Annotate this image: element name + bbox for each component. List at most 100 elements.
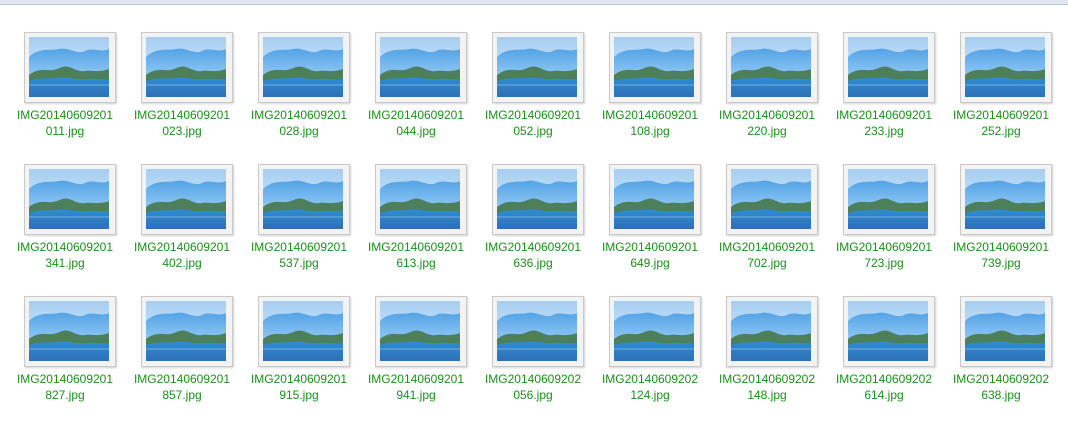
file-name-line-2: 638.jpg [981, 388, 1021, 402]
file-name-label: IMG20140609201 649.jpg [597, 239, 703, 271]
file-name-line-2: 148.jpg [747, 388, 787, 402]
file-name-line-2: 124.jpg [630, 388, 670, 402]
file-name-line-1: IMG20140609201 [952, 240, 1050, 254]
image-thumbnail-icon[interactable] [960, 32, 1052, 103]
file-item[interactable]: IMG20140609201 220.jpg [719, 32, 839, 152]
file-name-line-2: 614.jpg [864, 388, 904, 402]
file-item[interactable]: IMG20140609202 124.jpg [602, 296, 722, 416]
file-name-line-2: 915.jpg [279, 388, 319, 402]
file-name-label: IMG20140609201 108.jpg [597, 107, 703, 139]
image-thumbnail-icon[interactable] [843, 296, 935, 367]
file-item[interactable]: IMG20140609201 044.jpg [368, 32, 488, 152]
image-thumbnail-icon[interactable] [24, 296, 116, 367]
file-name-line-2: 941.jpg [396, 388, 436, 402]
image-thumbnail-icon[interactable] [24, 32, 116, 103]
file-name-line-2: 723.jpg [864, 256, 904, 270]
file-item[interactable]: IMG20140609201 011.jpg [17, 32, 137, 152]
file-name-line-2: 739.jpg [981, 256, 1021, 270]
file-name-label: IMG20140609202 056.jpg [480, 371, 586, 403]
image-thumbnail-icon[interactable] [492, 32, 584, 103]
file-name-label: IMG20140609201 827.jpg [12, 371, 118, 403]
file-item[interactable]: IMG20140609201 739.jpg [953, 164, 1068, 284]
image-thumbnail-icon[interactable] [843, 164, 935, 235]
file-name-line-2: 108.jpg [630, 124, 670, 138]
image-thumbnail-icon[interactable] [141, 164, 233, 235]
file-item[interactable]: IMG20140609201 402.jpg [134, 164, 254, 284]
file-name-label: IMG20140609201 023.jpg [129, 107, 235, 139]
image-thumbnail-icon[interactable] [843, 32, 935, 103]
image-thumbnail-icon[interactable] [258, 32, 350, 103]
file-name-line-2: 023.jpg [162, 124, 202, 138]
file-name-label: IMG20140609201 857.jpg [129, 371, 235, 403]
file-name-line-1: IMG20140609202 [952, 372, 1050, 386]
file-name-label: IMG20140609201 402.jpg [129, 239, 235, 271]
image-thumbnail-icon[interactable] [24, 164, 116, 235]
file-item[interactable]: IMG20140609202 638.jpg [953, 296, 1068, 416]
image-thumbnail-icon[interactable] [609, 164, 701, 235]
file-name-line-2: 233.jpg [864, 124, 904, 138]
file-name-label: IMG20140609201 702.jpg [714, 239, 820, 271]
image-thumbnail-icon[interactable] [375, 32, 467, 103]
file-name-line-2: 636.jpg [513, 256, 553, 270]
image-thumbnail-icon[interactable] [960, 296, 1052, 367]
file-name-line-1: IMG20140609201 [250, 372, 348, 386]
file-item[interactable]: IMG20140609201 827.jpg [17, 296, 137, 416]
image-thumbnail-icon[interactable] [726, 32, 818, 103]
file-item[interactable]: IMG20140609201 252.jpg [953, 32, 1068, 152]
file-name-label: IMG20140609202 638.jpg [948, 371, 1054, 403]
file-name-line-1: IMG20140609201 [16, 372, 114, 386]
file-name-line-2: 056.jpg [513, 388, 553, 402]
file-item[interactable]: IMG20140609201 915.jpg [251, 296, 371, 416]
image-thumbnail-icon[interactable] [609, 32, 701, 103]
file-name-label: IMG20140609201 341.jpg [12, 239, 118, 271]
image-thumbnail-icon[interactable] [492, 296, 584, 367]
file-item[interactable]: IMG20140609201 028.jpg [251, 32, 371, 152]
file-item[interactable]: IMG20140609202 148.jpg [719, 296, 839, 416]
file-item[interactable]: IMG20140609201 233.jpg [836, 32, 956, 152]
file-name-label: IMG20140609201 636.jpg [480, 239, 586, 271]
file-item[interactable]: IMG20140609201 636.jpg [485, 164, 605, 284]
file-name-label: IMG20140609202 148.jpg [714, 371, 820, 403]
file-name-label: IMG20140609201 941.jpg [363, 371, 469, 403]
file-name-label: IMG20140609201 739.jpg [948, 239, 1054, 271]
file-item[interactable]: IMG20140609201 649.jpg [602, 164, 722, 284]
image-thumbnail-icon[interactable] [960, 164, 1052, 235]
image-thumbnail-icon[interactable] [609, 296, 701, 367]
file-name-label: IMG20140609201 613.jpg [363, 239, 469, 271]
image-thumbnail-icon[interactable] [375, 164, 467, 235]
image-thumbnail-icon[interactable] [141, 296, 233, 367]
image-thumbnail-icon[interactable] [258, 296, 350, 367]
file-name-line-1: IMG20140609201 [601, 240, 699, 254]
file-name-line-2: 052.jpg [513, 124, 553, 138]
file-name-line-1: IMG20140609201 [601, 108, 699, 122]
file-item[interactable]: IMG20140609201 537.jpg [251, 164, 371, 284]
file-name-label: IMG20140609201 220.jpg [714, 107, 820, 139]
image-thumbnail-icon[interactable] [375, 296, 467, 367]
file-item[interactable]: IMG20140609201 023.jpg [134, 32, 254, 152]
image-thumbnail-icon[interactable] [141, 32, 233, 103]
file-name-label: IMG20140609201 011.jpg [12, 107, 118, 139]
file-name-line-2: 341.jpg [45, 256, 85, 270]
file-item[interactable]: IMG20140609201 857.jpg [134, 296, 254, 416]
file-item[interactable]: IMG20140609201 702.jpg [719, 164, 839, 284]
image-thumbnail-icon[interactable] [726, 296, 818, 367]
image-thumbnail-icon[interactable] [492, 164, 584, 235]
file-item[interactable]: IMG20140609201 941.jpg [368, 296, 488, 416]
file-name-line-1: IMG20140609202 [484, 372, 582, 386]
file-name-line-1: IMG20140609201 [133, 372, 231, 386]
file-item[interactable]: IMG20140609201 613.jpg [368, 164, 488, 284]
image-thumbnail-icon[interactable] [258, 164, 350, 235]
file-item[interactable]: IMG20140609202 614.jpg [836, 296, 956, 416]
file-name-line-1: IMG20140609201 [718, 108, 816, 122]
file-name-line-2: 702.jpg [747, 256, 787, 270]
file-name-line-1: IMG20140609202 [718, 372, 816, 386]
file-item[interactable]: IMG20140609202 056.jpg [485, 296, 605, 416]
file-name-line-1: IMG20140609201 [367, 240, 465, 254]
file-item[interactable]: IMG20140609201 723.jpg [836, 164, 956, 284]
file-item[interactable]: IMG20140609201 108.jpg [602, 32, 722, 152]
file-item[interactable]: IMG20140609201 341.jpg [17, 164, 137, 284]
file-item[interactable]: IMG20140609201 052.jpg [485, 32, 605, 152]
file-name-line-2: 402.jpg [162, 256, 202, 270]
image-thumbnail-icon[interactable] [726, 164, 818, 235]
file-name-line-1: IMG20140609201 [250, 240, 348, 254]
